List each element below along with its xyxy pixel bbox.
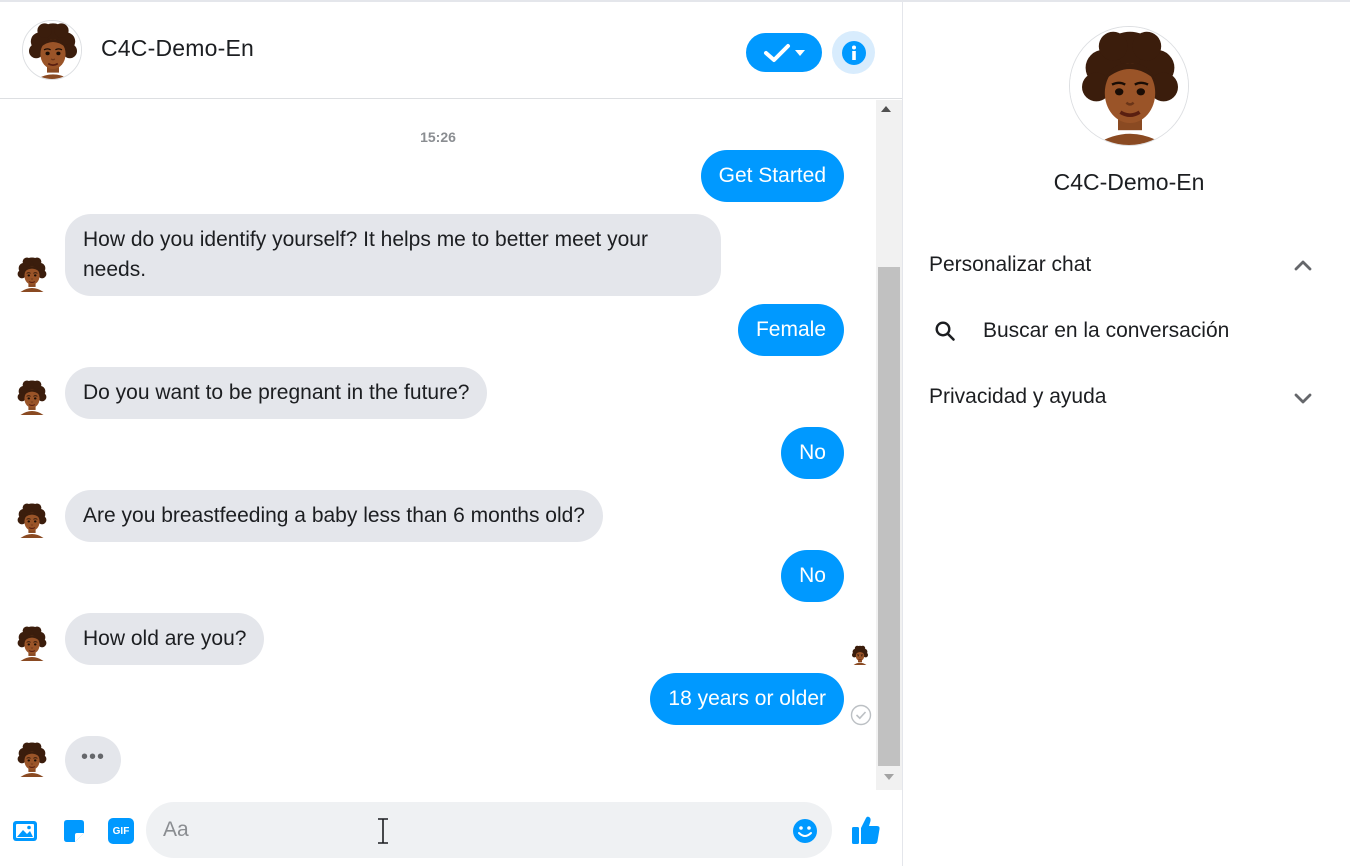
- outgoing-message[interactable]: Female: [737, 304, 844, 356]
- search-icon: [935, 321, 955, 341]
- info-avatar: [1069, 26, 1189, 146]
- customize-chat-section[interactable]: Personalizar chat: [929, 245, 1329, 285]
- customize-chat-label: Personalizar chat: [929, 253, 1092, 276]
- mark-done-button[interactable]: [746, 33, 822, 72]
- info-icon: [841, 40, 866, 65]
- message-line: needs.: [83, 258, 147, 281]
- contact-name[interactable]: C4C-Demo-En: [101, 35, 254, 62]
- text-cursor-icon: [378, 818, 388, 844]
- outgoing-message[interactable]: 18 years or older: [650, 673, 844, 725]
- search-conversation-label: Buscar en la conversación: [983, 319, 1230, 342]
- bot-avatar: [14, 253, 50, 295]
- outgoing-message[interactable]: No: [781, 550, 844, 602]
- thumbs-up-icon[interactable]: [850, 814, 882, 846]
- chevron-up-icon: [1294, 260, 1312, 271]
- emoji-icon[interactable]: [792, 818, 818, 844]
- messenger-app: C4C-Demo-En 15:26 Get Started How do you…: [0, 0, 1350, 866]
- bot-avatar: [14, 376, 50, 418]
- chat-pane: C4C-Demo-En 15:26 Get Started How do you…: [0, 2, 903, 866]
- contact-avatar[interactable]: [22, 20, 82, 80]
- incoming-message[interactable]: How old are you?: [65, 613, 265, 665]
- message-scrollbar[interactable]: [876, 100, 902, 790]
- scroll-up-arrow-icon[interactable]: [881, 106, 891, 112]
- info-contact-name: C4C-Demo-En: [1053, 169, 1205, 195]
- sticker-icon[interactable]: [61, 818, 87, 844]
- chevron-down-icon: [1294, 393, 1312, 404]
- chat-header: C4C-Demo-En: [0, 2, 902, 99]
- message-input-placeholder: Aa: [163, 818, 189, 841]
- info-button[interactable]: [832, 31, 875, 74]
- gif-icon[interactable]: GIF: [108, 818, 134, 844]
- bot-avatar: [14, 622, 50, 664]
- incoming-message[interactable]: How do you identify yourself? It helps m…: [65, 214, 721, 296]
- outgoing-message[interactable]: Get Started: [700, 150, 844, 202]
- typing-indicator: •••: [65, 736, 122, 784]
- bot-avatar: [14, 738, 50, 780]
- message-composer: GIF Aa: [0, 790, 902, 866]
- checkmark-icon: [764, 43, 790, 62]
- seen-avatar: [850, 643, 870, 667]
- message-list: 15:26 Get Started How do you identify yo…: [0, 100, 876, 788]
- message-input[interactable]: Aa: [146, 802, 832, 858]
- message-line: How do you identify yourself? It helps m…: [83, 228, 648, 251]
- photo-icon[interactable]: [12, 818, 38, 844]
- bot-avatar: [14, 499, 50, 541]
- privacy-help-section[interactable]: Privacidad y ayuda: [929, 377, 1329, 417]
- search-conversation-item[interactable]: Buscar en la conversación: [929, 311, 1329, 351]
- incoming-message[interactable]: Are you breastfeeding a baby less than 6…: [65, 490, 603, 542]
- privacy-help-label: Privacidad y ayuda: [929, 385, 1107, 408]
- caret-down-icon: [795, 49, 805, 56]
- message-timestamp: 15:26: [420, 129, 456, 145]
- outgoing-message[interactable]: No: [781, 427, 844, 479]
- scroll-down-arrow-icon[interactable]: [884, 774, 894, 780]
- conversation-info-panel: C4C-Demo-En Personalizar chat Buscar en …: [904, 2, 1350, 866]
- scroll-thumb[interactable]: [878, 267, 900, 766]
- sent-check-icon: [850, 704, 872, 726]
- incoming-message[interactable]: Do you want to be pregnant in the future…: [65, 367, 488, 419]
